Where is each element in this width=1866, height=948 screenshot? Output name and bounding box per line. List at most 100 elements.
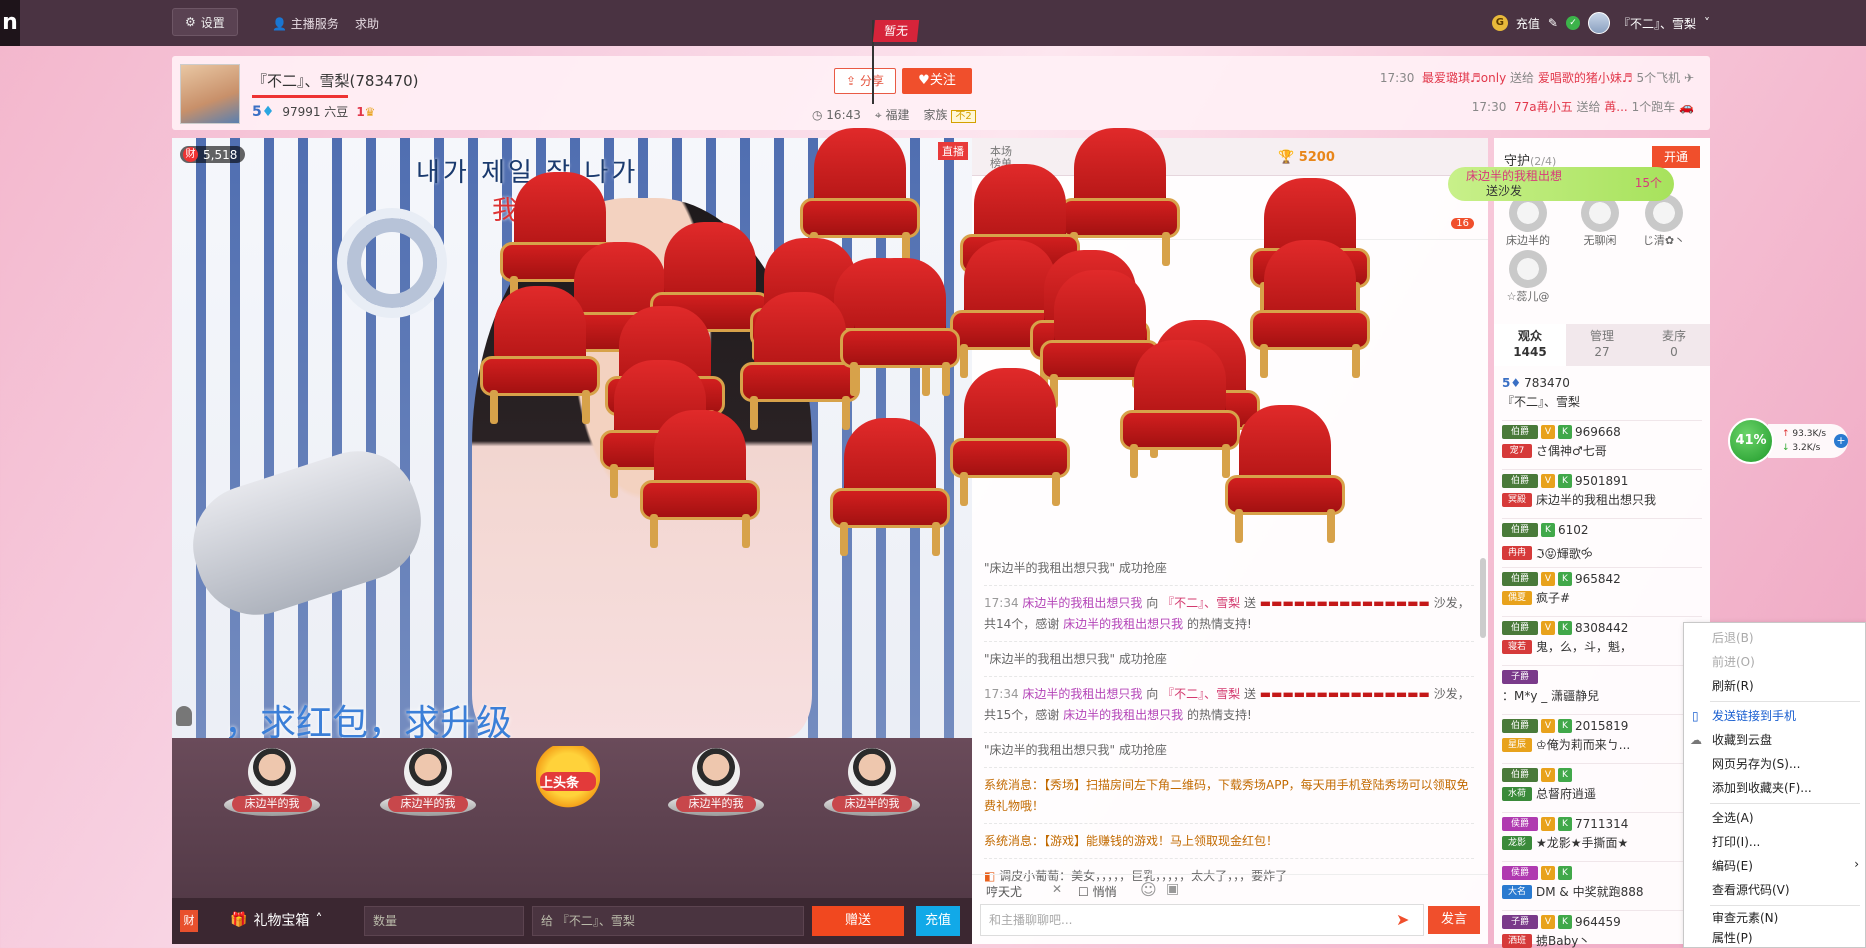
tab-label: 管理 [1589, 329, 1614, 343]
headline-badge[interactable]: 上头条 [536, 746, 600, 818]
tab-audience[interactable]: 观众 1445 [1494, 324, 1566, 366]
ticker-from[interactable]: 77a苒小五 [1514, 100, 1573, 114]
host-avatar[interactable] [180, 64, 240, 124]
sofa-seat-4[interactable]: 床边半的我 [824, 748, 920, 816]
edit-icon[interactable]: ✎ [1548, 16, 1558, 30]
audience-row[interactable]: 伯爵 K 6102 冉冉 ℑ😝輝歌🝰 [1502, 519, 1702, 568]
open-guard-button[interactable]: 开通 [1652, 146, 1700, 168]
heart-icon: ♥ [918, 73, 930, 88]
gift-recipient-select[interactable]: 给 『不二』、雪梨 [532, 906, 804, 936]
cai-icon[interactable]: 财 [180, 910, 198, 932]
recharge-button[interactable]: 充值 [916, 906, 960, 936]
menu-inspect[interactable]: 审查元素(N) [1712, 907, 1862, 929]
user-avatar[interactable] [1587, 12, 1610, 34]
guard-user[interactable]: 无聊闲 [1570, 194, 1630, 248]
menu-back[interactable]: 后退(B) [1712, 627, 1862, 649]
user-id: 9501891 [1575, 474, 1629, 488]
audience-row[interactable]: 5♦ 783470 『不二』、雪梨 [1502, 372, 1702, 421]
chevron-down-icon[interactable]: ˅ [1704, 16, 1710, 30]
audience-row[interactable]: 子爵 ：M*y _ 潇疆静兒 [1502, 666, 1702, 715]
rank-badge: 伯爵 [1502, 768, 1538, 782]
msg-user[interactable]: 床边半的我租出想只我 [1063, 617, 1183, 631]
rank-flag[interactable]: 暂无 [872, 20, 920, 42]
audience-row[interactable]: 伯爵 V K 9501891 冥殿 床边半的我租出想只我 [1502, 470, 1702, 519]
emoji-icon[interactable]: ☺ [1140, 880, 1157, 899]
rank-badge: 伯爵 [1502, 425, 1538, 439]
audience-row[interactable]: 伯爵 V K 8308442 寝若 鬼，么，斗，魁， [1502, 617, 1702, 666]
guard-user[interactable]: じ清✿丶 [1634, 194, 1694, 248]
give-gift-button[interactable]: 赠送 [812, 906, 904, 936]
msg-user[interactable]: 床边半的我租出想只我 [1022, 687, 1142, 701]
audience-row[interactable]: 伯爵 V K 水荷 总督府逍遥 [1502, 764, 1702, 813]
audience-row[interactable]: 伯爵 V K 2015819 星辰 ♔俺为莉而来ㄅ... [1502, 715, 1702, 764]
family-tag: 冥殿 [1502, 492, 1532, 507]
menu-properties[interactable]: 属性(P) [1712, 927, 1862, 948]
user-name: DM & 中奖就跑888 [1536, 885, 1644, 899]
gift-box-button[interactable]: 🎁 礼物宝箱 ˄ [230, 910, 322, 930]
audience-row[interactable]: 侯爵 V K 大名 DM & 中奖就跑888 [1502, 862, 1702, 911]
microphone-icon[interactable] [176, 706, 192, 726]
user-id: 964459 [1575, 915, 1621, 929]
site-logo[interactable]: n [0, 0, 20, 46]
guard-user[interactable]: ☆蕊儿@ [1498, 250, 1558, 304]
k-icon: K [1558, 915, 1572, 929]
msg-host[interactable]: 『不二』、雪梨 [1162, 596, 1240, 610]
menu-save-to-cloud[interactable]: 收藏到云盘 [1712, 729, 1862, 751]
tab-mic-queue[interactable]: 麦序 0 [1638, 324, 1710, 366]
family: 家族 不2 [923, 106, 976, 123]
paper-plane-icon[interactable]: ➤ [1396, 910, 1409, 929]
menu-forward[interactable]: 前进(O) [1712, 651, 1862, 673]
chat-input[interactable]: 和主播聊聊吧... [980, 904, 1424, 936]
close-icon[interactable]: ✕ [1052, 882, 1062, 896]
ticker-to[interactable]: 爱唱歌的猪小妹♬ [1538, 71, 1633, 85]
audience-row[interactable]: 子爵 V K 964459 洒班 掳Baby丶 [1502, 911, 1702, 948]
msg-user[interactable]: 床边半的我租出想只我 [1022, 596, 1142, 610]
chat-scrollbar[interactable] [1480, 558, 1486, 638]
tab-admins[interactable]: 管理 27 [1566, 324, 1638, 366]
share-button[interactable]: ⇪ 分享 [834, 68, 896, 94]
msg-text: 的热情支持! [1186, 708, 1252, 722]
menu-select-all[interactable]: 全选(A) [1712, 807, 1862, 829]
tab-count: 27 [1594, 345, 1610, 359]
audience-row[interactable]: 伯爵 V K 969668 宠7 さ偶神♂七哥 [1502, 421, 1702, 470]
host-service-link[interactable]: 👤 主播服务 [272, 15, 339, 32]
sofa-icons: ▬▬▬▬▬▬▬▬▬▬▬▬▬▬▬ [1259, 596, 1430, 610]
send-button[interactable]: 发言 [1428, 906, 1480, 934]
chat-message: 17:34 床边半的我租出想只我 向 『不二』、雪梨 送 ▬▬▬▬▬▬▬▬▬▬▬… [984, 684, 1474, 733]
menu-add-favorite[interactable]: 添加到收藏夹(F)... [1712, 777, 1862, 799]
ticker-from[interactable]: 最爱璐琪♬only [1422, 71, 1506, 85]
user-name: ℑ😝輝歌🝰 [1536, 547, 1593, 561]
username[interactable]: 『不二』、雪梨 [1618, 15, 1696, 32]
cloud-icon: ☁ [1690, 733, 1702, 747]
gift-quantity-input[interactable]: 数量 [364, 906, 524, 936]
image-icon[interactable]: ▣ [1166, 881, 1179, 897]
session-ranking-tab[interactable]: 本场 榜单 [990, 146, 1012, 170]
whisper-checkbox[interactable]: ☐ 悄悄 [1078, 883, 1117, 900]
menu-send-to-phone[interactable]: 发送链接到手机 [1712, 705, 1862, 727]
plus-icon[interactable]: + [1834, 434, 1848, 448]
network-speed-widget[interactable]: ↑ 93.3K/s ↓ 3.2K/s 41% + [1728, 418, 1852, 464]
sofa-seat-1[interactable]: 床边半的我 [224, 748, 320, 816]
menu-print[interactable]: 打印(I)... [1712, 831, 1862, 853]
family-badge[interactable]: 不2 [951, 110, 976, 123]
user-name: ♔俺为莉而来ㄅ... [1536, 738, 1631, 752]
follow-button[interactable]: ♥关注 [902, 68, 972, 94]
ticker-to[interactable]: 苒... [1604, 100, 1627, 114]
sofa-seat-2[interactable]: 床边半的我 [380, 748, 476, 816]
settings-button[interactable]: ⚙ 设置 [172, 8, 238, 36]
guard-user[interactable]: 床边半的 [1498, 194, 1558, 248]
video-player[interactable]: 财 5,518 直播 내가 제일 잘 나가 我最红 ，求红包，求升级 [172, 138, 972, 738]
audience-row[interactable]: 侯爵 V K 7711314 龙影 ★龙影★手撕面★ [1502, 813, 1702, 862]
chat-target[interactable]: 哼天尤 [986, 883, 1022, 900]
menu-save-page[interactable]: 网页另存为(S)... [1712, 753, 1862, 775]
menu-encoding[interactable]: 编码(E) [1712, 855, 1862, 877]
system-message[interactable]: 系统消息：【游戏】能赚钱的游戏！马上领取现金红包！ [984, 831, 1474, 859]
msg-host[interactable]: 『不二』、雪梨 [1162, 687, 1240, 701]
msg-user[interactable]: 床边半的我租出想只我 [1063, 708, 1183, 722]
sofa-seat-3[interactable]: 床边半的我 [668, 748, 764, 816]
menu-refresh[interactable]: 刷新(R) [1712, 675, 1862, 697]
recharge-link[interactable]: 充值 [1516, 15, 1540, 32]
audience-row[interactable]: 伯爵 V K 965842 偶夏 疯子# [1502, 568, 1702, 617]
help-link[interactable]: 求助 [355, 15, 379, 32]
menu-view-source[interactable]: 查看源代码(V) [1712, 879, 1862, 901]
